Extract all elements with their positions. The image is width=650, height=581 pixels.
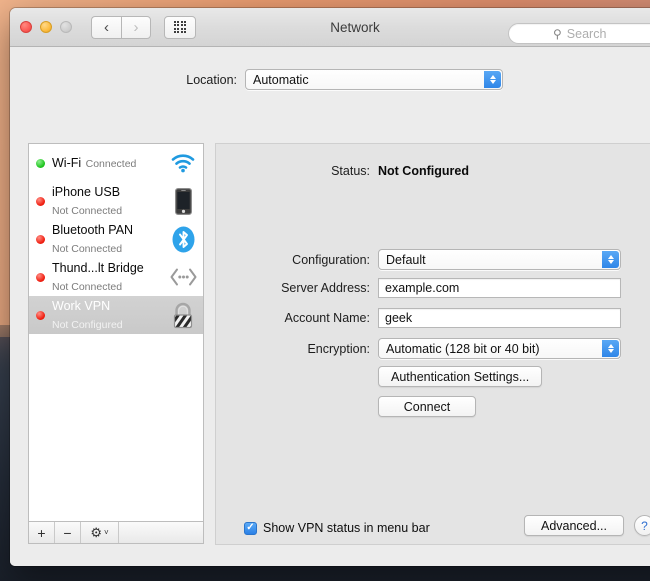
status-label: Status:: [216, 164, 378, 178]
traffic-lights: [20, 21, 72, 33]
server-address-input[interactable]: example.com: [378, 278, 621, 298]
service-sidebar: Wi-Fi Connected: [28, 143, 204, 545]
search-input[interactable]: ⚲ Search: [508, 23, 650, 44]
iphone-icon: [169, 187, 197, 215]
service-status: Connected: [86, 158, 137, 170]
navigation-buttons: ‹ ›: [91, 16, 151, 39]
search-icon: ⚲: [553, 28, 562, 40]
window-titlebar: ‹ › Network ⚲ Search: [10, 8, 650, 47]
bluetooth-icon: [169, 225, 197, 253]
window-footer: Assist me... Revert Apply: [10, 553, 650, 566]
service-row-bluetooth-pan[interactable]: Bluetooth PAN Not Connected: [29, 220, 203, 258]
location-select[interactable]: Automatic: [245, 69, 503, 90]
advanced-button[interactable]: Advanced...: [524, 515, 624, 536]
service-actions-button[interactable]: ⚙ ˅: [81, 522, 119, 543]
show-vpn-status-label: Show VPN status in menu bar: [263, 521, 430, 535]
chevron-left-icon: ‹: [104, 20, 109, 35]
service-list[interactable]: Wi-Fi Connected: [28, 143, 204, 521]
chevron-updown-icon: [602, 251, 619, 268]
add-service-button[interactable]: +: [29, 522, 55, 543]
show-vpn-status-checkbox[interactable]: ✓: [244, 522, 257, 535]
location-value: Automatic: [246, 73, 309, 87]
encryption-label: Encryption:: [216, 342, 378, 356]
status-dot-red: [36, 235, 45, 244]
server-address-row: Server Address: example.com: [216, 278, 650, 298]
sidebar-toolbar: + − ⚙ ˅: [28, 521, 204, 544]
sidebar-toolbar-filler: [119, 522, 203, 543]
status-dot-red: [36, 273, 45, 282]
account-name-input[interactable]: geek: [378, 308, 621, 328]
show-all-button[interactable]: [164, 16, 196, 39]
chevron-right-icon: ›: [134, 20, 139, 35]
thunderbolt-icon: [169, 263, 197, 291]
status-dot-red: [36, 311, 45, 320]
configuration-row: Configuration: Default: [216, 249, 650, 270]
vpn-settings-panel: Status: Not Configured Configuration: De…: [215, 143, 650, 545]
checkmark-icon: ✓: [246, 523, 254, 533]
encryption-select[interactable]: Automatic (128 bit or 40 bit): [378, 338, 621, 359]
service-status: Not Configured: [52, 319, 123, 331]
service-name: Wi-Fi: [52, 156, 81, 170]
service-status: Not Connected: [52, 243, 122, 255]
service-name: iPhone USB: [52, 185, 120, 199]
service-name: Thund...lt Bridge: [52, 261, 144, 275]
service-status: Not Connected: [52, 281, 122, 293]
service-row-thunderbolt-bridge[interactable]: Thund...lt Bridge Not Connected: [29, 258, 203, 296]
zoom-button[interactable]: [60, 21, 72, 33]
service-name: Work VPN: [52, 299, 110, 313]
service-row-wifi[interactable]: Wi-Fi Connected: [29, 144, 203, 182]
remove-service-button[interactable]: −: [55, 522, 81, 543]
show-all-grid-icon: [174, 21, 187, 34]
wifi-icon: [169, 149, 197, 177]
window-body: Location: Automatic Wi-Fi Connected: [10, 47, 650, 566]
status-value: Not Configured: [378, 164, 469, 178]
encryption-row: Encryption: Automatic (128 bit or 40 bit…: [216, 338, 650, 359]
connect-button[interactable]: Connect: [378, 396, 476, 417]
chevron-updown-icon: [484, 71, 501, 88]
account-name-label: Account Name:: [216, 311, 378, 325]
back-button[interactable]: ‹: [91, 16, 121, 39]
account-name-value: geek: [379, 311, 412, 325]
help-button[interactable]: ?: [634, 515, 650, 536]
search-placeholder: Search: [567, 27, 607, 41]
show-vpn-status-row[interactable]: ✓ Show VPN status in menu bar: [244, 521, 430, 535]
close-button[interactable]: [20, 21, 32, 33]
location-label: Location:: [10, 73, 245, 87]
forward-button[interactable]: ›: [121, 16, 151, 39]
configuration-select[interactable]: Default: [378, 249, 621, 270]
status-row: Status: Not Configured: [216, 164, 650, 178]
server-address-label: Server Address:: [216, 281, 378, 295]
service-name: Bluetooth PAN: [52, 223, 133, 237]
gear-icon: ⚙: [90, 526, 102, 539]
status-dot-green: [36, 159, 45, 168]
authentication-settings-button[interactable]: Authentication Settings...: [378, 366, 542, 387]
vpn-lock-icon: [169, 301, 197, 329]
chevron-down-icon: ˅: [104, 529, 109, 537]
encryption-value: Automatic (128 bit or 40 bit): [379, 342, 540, 356]
configuration-label: Configuration:: [216, 253, 378, 267]
status-dot-red: [36, 197, 45, 206]
chevron-updown-icon: [602, 340, 619, 357]
network-preferences-window: ‹ › Network ⚲ Search Location: Auto: [10, 8, 650, 566]
account-name-row: Account Name: geek: [216, 308, 650, 328]
service-row-iphone-usb[interactable]: iPhone USB Not Connected: [29, 182, 203, 220]
configuration-value: Default: [379, 253, 426, 267]
service-row-work-vpn[interactable]: Work VPN Not Configured: [29, 296, 203, 334]
location-row: Location: Automatic: [10, 69, 650, 90]
service-status: Not Connected: [52, 205, 122, 217]
minimize-button[interactable]: [40, 21, 52, 33]
server-address-value: example.com: [379, 281, 459, 295]
